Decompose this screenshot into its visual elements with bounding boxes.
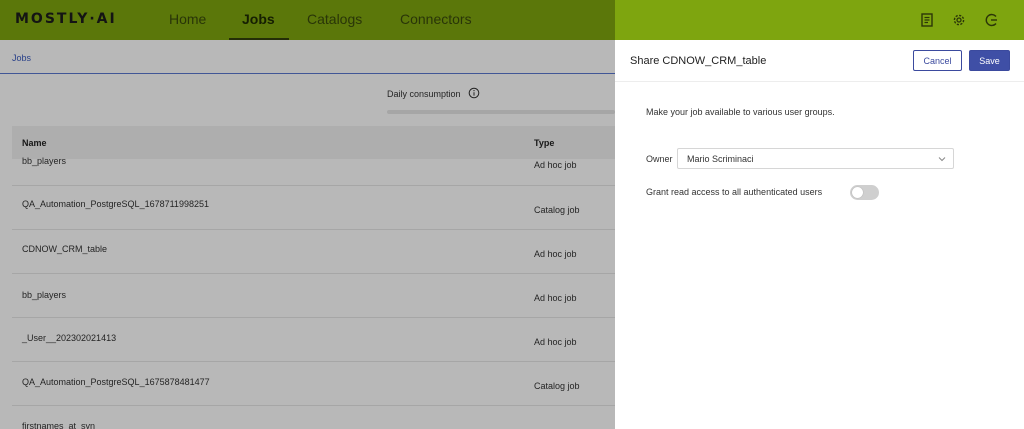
owner-label: Owner xyxy=(646,154,673,164)
logout-icon[interactable] xyxy=(984,12,1000,28)
panel-title: Share CDNOW_CRM_table xyxy=(630,55,767,67)
grant-read-access-toggle[interactable] xyxy=(850,185,879,200)
panel-header: Share CDNOW_CRM_table Cancel Save xyxy=(615,40,1024,82)
toggle-knob xyxy=(852,187,863,198)
modal-backdrop[interactable] xyxy=(0,0,615,429)
cancel-button[interactable]: Cancel xyxy=(913,50,962,71)
owner-select[interactable]: Mario Scriminaci xyxy=(677,148,954,169)
document-icon[interactable] xyxy=(919,12,935,28)
share-job-panel: Share CDNOW_CRM_table Cancel Save Make y… xyxy=(615,40,1024,429)
chevron-down-icon xyxy=(938,157,946,162)
share-description: Make your job available to various user … xyxy=(646,107,835,117)
gear-icon[interactable] xyxy=(951,12,967,28)
save-button[interactable]: Save xyxy=(969,50,1010,71)
grant-read-access-label: Grant read access to all authenticated u… xyxy=(646,187,823,197)
owner-value: Mario Scriminaci xyxy=(687,154,754,164)
